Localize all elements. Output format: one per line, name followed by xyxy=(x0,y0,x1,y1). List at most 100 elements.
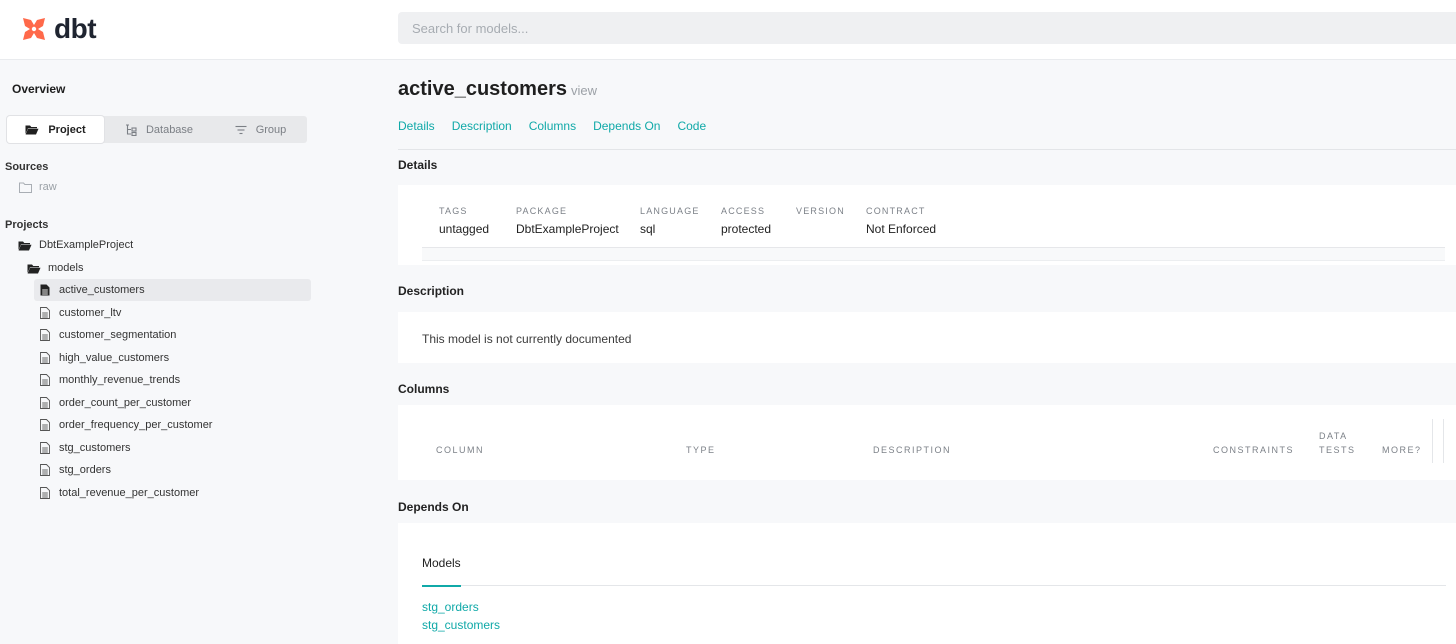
file-icon xyxy=(38,307,52,319)
detail-value: protected xyxy=(721,222,772,236)
file-icon xyxy=(38,352,52,364)
folder-open-icon xyxy=(18,240,32,251)
columns-card: COLUMN TYPE DESCRIPTION CONSTRAINTS DATA… xyxy=(398,405,1456,480)
details-heading: Details xyxy=(398,158,438,172)
column-header-type[interactable]: TYPE xyxy=(686,445,716,455)
depends-on-heading: Depends On xyxy=(398,500,469,514)
detail-value: DbtExampleProject xyxy=(516,222,619,236)
detail-label: TAGS xyxy=(439,206,468,216)
column-header-tests[interactable]: TESTS xyxy=(1319,445,1356,455)
column-header-column[interactable]: COLUMN xyxy=(436,445,484,455)
folder-icon xyxy=(18,182,32,193)
column-header-constraints[interactable]: CONSTRAINTS xyxy=(1213,445,1294,455)
source-raw-label: raw xyxy=(39,181,57,193)
detail-value: Not Enforced xyxy=(866,222,937,236)
model-item-label: active_customers xyxy=(59,284,145,296)
model-item-order-count-per-customer[interactable]: order_count_per_customer xyxy=(34,392,311,414)
column-header-more[interactable]: MORE? xyxy=(1382,445,1422,455)
model-item-label: high_value_customers xyxy=(59,352,170,364)
detail-value: untagged xyxy=(439,222,490,236)
file-icon xyxy=(38,397,52,409)
overview-link[interactable]: Overview xyxy=(12,82,65,96)
folder-open-icon xyxy=(27,263,41,274)
models-folder-label: models xyxy=(48,262,84,274)
model-item-customer-ltv[interactable]: customer_ltv xyxy=(34,302,311,324)
tab-database[interactable]: Database xyxy=(104,116,214,143)
model-item-order-frequency-per-customer[interactable]: order_frequency_per_customer xyxy=(34,414,311,436)
models-folder[interactable]: models xyxy=(27,257,83,279)
main-content: active_customers view Details Description… xyxy=(398,61,1456,644)
nav-description[interactable]: Description xyxy=(452,119,512,133)
file-icon xyxy=(38,374,52,386)
detail-package: PACKAGE DbtExampleProject xyxy=(516,206,619,236)
search-input[interactable] xyxy=(398,12,1456,44)
detail-contract: CONTRACT Not Enforced xyxy=(866,206,936,236)
model-item-label: total_revenue_per_customer xyxy=(59,487,200,499)
model-item-customer-segmentation[interactable]: customer_segmentation xyxy=(34,324,311,346)
model-item-label: customer_segmentation xyxy=(59,329,177,341)
group-lines-icon xyxy=(235,125,247,135)
detail-label: CONTRACT xyxy=(866,206,926,216)
dependency-link-stg-customers[interactable]: stg_customers xyxy=(422,618,500,632)
detail-access: ACCESS protected xyxy=(721,206,771,236)
detail-label: LANGUAGE xyxy=(640,206,700,216)
detail-label: VERSION xyxy=(796,206,845,216)
database-tree-icon xyxy=(125,123,137,136)
tab-project[interactable]: Project xyxy=(7,116,104,143)
tab-group[interactable]: Group xyxy=(214,116,307,143)
description-card: This model is not currently documented xyxy=(398,312,1456,363)
file-icon xyxy=(38,329,52,341)
model-item-label: monthly_revenue_trends xyxy=(59,374,181,386)
model-item-active-customers[interactable]: active_customers xyxy=(34,279,311,301)
columns-heading: Columns xyxy=(398,382,450,396)
nav-depends-on[interactable]: Depends On xyxy=(593,119,660,133)
model-type: view xyxy=(570,83,597,98)
folder-open-icon xyxy=(25,124,39,135)
sidebar: Overview Project Database Group Sources … xyxy=(0,61,330,644)
sidebar-tabs: Project Database Group xyxy=(7,116,307,143)
detail-version: VERSION xyxy=(796,206,845,222)
tab-models[interactable]: Models xyxy=(422,556,461,570)
detail-tags: TAGS untagged xyxy=(439,206,489,236)
nav-details[interactable]: Details xyxy=(398,119,435,133)
model-item-high-value-customers[interactable]: high_value_customers xyxy=(34,347,311,369)
logo-text: dbt xyxy=(54,13,97,44)
nav-columns[interactable]: Columns xyxy=(529,119,576,133)
projects-heading: Projects xyxy=(5,219,49,231)
model-item-stg-orders[interactable]: stg_orders xyxy=(34,459,311,481)
model-item-label: stg_customers xyxy=(59,442,131,454)
file-icon xyxy=(38,442,52,454)
detail-value: sql xyxy=(640,222,656,236)
model-item-stg-customers[interactable]: stg_customers xyxy=(34,437,311,459)
tab-database-label: Database xyxy=(145,123,194,136)
source-raw[interactable]: raw xyxy=(18,176,57,198)
dependency-link-stg-orders[interactable]: stg_orders xyxy=(422,600,479,614)
top-header: dbt xyxy=(0,0,1456,60)
detail-language: LANGUAGE sql xyxy=(640,206,700,236)
section-nav: Details Description Columns Depends On C… xyxy=(398,119,723,133)
column-header-data[interactable]: DATA xyxy=(1319,431,1348,441)
depends-on-card: Models stg_orders stg_customers xyxy=(398,523,1456,644)
model-item-label: order_frequency_per_customer xyxy=(59,419,213,431)
description-text: This model is not currently documented xyxy=(422,332,632,346)
divider xyxy=(398,149,1456,150)
nav-code[interactable]: Code xyxy=(677,119,706,133)
model-item-label: order_count_per_customer xyxy=(59,397,192,409)
details-divider xyxy=(422,247,1445,261)
dbt-logo-icon xyxy=(23,18,45,40)
model-item-total-revenue-per-customer[interactable]: total_revenue_per_customer xyxy=(34,482,311,504)
tab-project-label: Project xyxy=(48,123,86,136)
columns-scrollbar[interactable] xyxy=(1432,419,1444,463)
page-title: active_customers view xyxy=(398,78,597,101)
detail-label: ACCESS xyxy=(721,206,766,216)
dbt-logo[interactable]: dbt xyxy=(20,12,97,46)
active-tab-indicator xyxy=(422,585,461,587)
project-item[interactable]: DbtExampleProject xyxy=(18,234,133,256)
tab-group-label: Group xyxy=(255,123,287,136)
file-icon xyxy=(38,464,52,476)
model-item-monthly-revenue-trends[interactable]: monthly_revenue_trends xyxy=(34,369,311,391)
project-item-label: DbtExampleProject xyxy=(39,239,134,251)
tab-divider xyxy=(422,585,1446,586)
column-header-description[interactable]: DESCRIPTION xyxy=(873,445,951,455)
details-card: TAGS untagged PACKAGE DbtExampleProject … xyxy=(398,185,1456,265)
